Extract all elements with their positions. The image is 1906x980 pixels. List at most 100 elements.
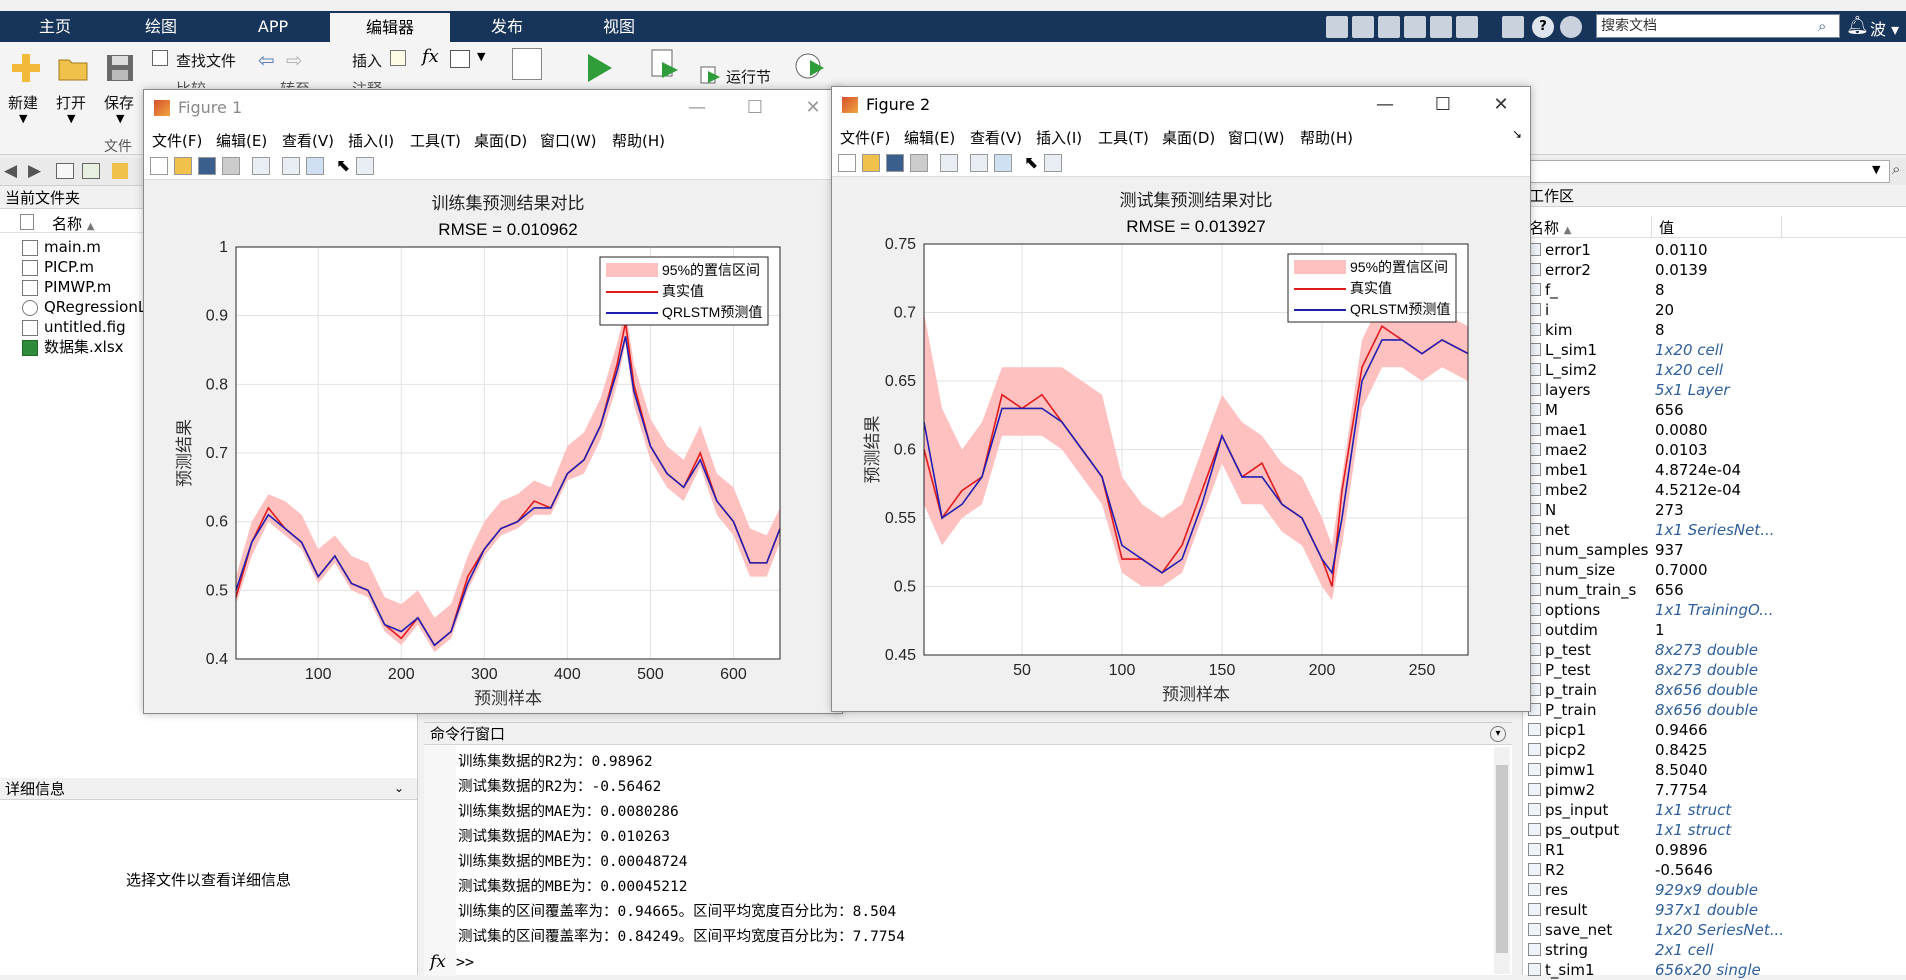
workspace-variable-row[interactable]: ps_output 1x1 struct xyxy=(1523,820,1906,840)
workspace-variable-row[interactable]: mae1 0.0080 xyxy=(1523,420,1906,440)
workspace-variable-row[interactable]: N 273 xyxy=(1523,500,1906,520)
file-item-main[interactable]: main.m xyxy=(22,237,101,257)
workspace-variable-row[interactable]: num_samples 937 xyxy=(1523,540,1906,560)
back-arrow-icon[interactable]: ◀ xyxy=(4,161,17,181)
notification-bell-icon[interactable]: 🔔︎ xyxy=(1846,15,1869,36)
workspace-variable-row[interactable]: f_ 8 xyxy=(1523,280,1906,300)
goto-button[interactable]: 转至 xyxy=(280,78,310,88)
workspace-variable-row[interactable]: p_test 8x273 double xyxy=(1523,640,1906,660)
close-button[interactable]: ✕ xyxy=(790,90,836,126)
new-button[interactable]: 新建 xyxy=(8,92,38,113)
workspace-variable-row[interactable]: result 937x1 double xyxy=(1523,900,1906,920)
file-item-dataset-xlsx[interactable]: 数据集.xlsx xyxy=(22,337,124,357)
minimize-button[interactable]: — xyxy=(1362,87,1408,123)
workspace-variable-row[interactable]: mae2 0.0103 xyxy=(1523,440,1906,460)
workspace-variable-row[interactable]: M 656 xyxy=(1523,400,1906,420)
new-figure-icon[interactable] xyxy=(838,154,856,172)
link-plot-icon[interactable] xyxy=(940,154,958,172)
workspace-variable-row[interactable]: picp2 0.8425 xyxy=(1523,740,1906,760)
menu-insert[interactable]: 插入(I) xyxy=(1036,127,1082,148)
workspace-variable-row[interactable]: res 929x9 double xyxy=(1523,880,1906,900)
tab-publish[interactable]: 发布 xyxy=(472,11,542,42)
workspace-variable-row[interactable]: save_net 1x20 SeriesNet... xyxy=(1523,920,1906,940)
value-column-header[interactable]: 值 xyxy=(1659,217,1674,238)
workspace-variable-row[interactable]: net 1x1 SeriesNet... xyxy=(1523,520,1906,540)
workspace-variable-row[interactable]: mbe2 4.5212e-04 xyxy=(1523,480,1906,500)
comment-button[interactable]: 注释 xyxy=(352,78,382,88)
workspace-variable-row[interactable]: pimw1 8.5040 xyxy=(1523,760,1906,780)
menu-edit[interactable]: 编辑(E) xyxy=(216,130,267,151)
name-column-header[interactable]: 名称 ▲ xyxy=(1529,217,1572,238)
workspace-variable-row[interactable]: picp1 0.9466 xyxy=(1523,720,1906,740)
workspace-variable-row[interactable]: L_sim1 1x20 cell xyxy=(1523,340,1906,360)
run-icon[interactable] xyxy=(583,52,615,84)
run-and-advance-icon[interactable] xyxy=(648,48,680,80)
save-button[interactable]: 保存 xyxy=(104,92,134,113)
menu-window[interactable]: 窗口(W) xyxy=(540,130,597,151)
file-item-qregression[interactable]: QRegressionL xyxy=(22,297,146,317)
name-column-header[interactable]: 名称 ▲ xyxy=(52,213,95,234)
chevron-down-icon[interactable]: ▾ xyxy=(1490,726,1506,742)
save-figure-icon[interactable] xyxy=(886,154,904,172)
workspace-variable-row[interactable]: P_train 8x656 double xyxy=(1523,700,1906,720)
workspace-variable-row[interactable]: kim 8 xyxy=(1523,320,1906,340)
open-file-icon[interactable] xyxy=(174,157,192,175)
insert-section-icon[interactable] xyxy=(390,50,406,66)
menu-insert[interactable]: 插入(I) xyxy=(348,130,394,151)
workspace-variable-row[interactable]: error2 0.0139 xyxy=(1523,260,1906,280)
file-item-untitled-fig[interactable]: untitled.fig xyxy=(22,317,126,337)
forward-arrow-icon[interactable]: ▶ xyxy=(28,161,41,181)
paste-icon[interactable] xyxy=(1404,16,1426,38)
cut-icon[interactable] xyxy=(1352,16,1374,38)
colorbar-icon[interactable] xyxy=(970,154,988,172)
maximize-button[interactable]: ☐ xyxy=(1420,87,1466,123)
legend-icon[interactable] xyxy=(306,157,324,175)
menu-file[interactable]: 文件(F) xyxy=(152,130,202,151)
workspace-variable-row[interactable]: string 2x1 cell xyxy=(1523,940,1906,960)
tab-editor[interactable]: 编辑器 xyxy=(330,13,450,42)
new-file-icon[interactable] xyxy=(10,52,42,84)
menu-view[interactable]: 查看(V) xyxy=(970,127,1022,148)
figure-1-titlebar[interactable]: Figure 1 — ☐ ✕ xyxy=(144,90,842,126)
search-icon[interactable]: ⌕ xyxy=(1892,160,1900,178)
workspace-variable-row[interactable]: layers 5x1 Layer xyxy=(1523,380,1906,400)
fx-icon[interactable]: fx xyxy=(430,952,446,972)
up-folder-icon[interactable] xyxy=(56,163,74,179)
find-files-button[interactable]: 查找文件 xyxy=(176,50,236,71)
chevron-down-icon[interactable]: ⌄ xyxy=(394,781,404,795)
legend-icon[interactable] xyxy=(994,154,1012,172)
property-editor-icon[interactable] xyxy=(1044,154,1062,172)
workspace-variable-row[interactable]: R2 -0.5646 xyxy=(1523,860,1906,880)
menu-desktop[interactable]: 桌面(D) xyxy=(1162,127,1215,148)
workspace-variable-row[interactable]: pimw2 7.7754 xyxy=(1523,780,1906,800)
print-icon[interactable] xyxy=(222,157,240,175)
tab-plots[interactable]: 绘图 xyxy=(126,11,196,42)
workspace-variable-row[interactable]: t_sim1 656x20 single xyxy=(1523,960,1906,980)
chevron-down-icon[interactable]: ▼ xyxy=(19,112,27,125)
menu-view[interactable]: 查看(V) xyxy=(282,130,334,151)
workspace-variable-row[interactable]: error1 0.0110 xyxy=(1523,240,1906,260)
command-window[interactable]: 命令行窗口 ▾ 训练集数据的R2为：0.98962 测试集数据的R2为：-0.5… xyxy=(424,722,1512,976)
new-figure-icon[interactable] xyxy=(150,157,168,175)
figure-1-window[interactable]: Figure 1 — ☐ ✕ 文件(F) 编辑(E) 查看(V) 插入(I) 工… xyxy=(143,89,843,714)
figure-2-window[interactable]: Figure 2 — ☐ ✕ 文件(F) 编辑(E) 查看(V) 插入(I) 工… xyxy=(831,86,1531,712)
menu-edit[interactable]: 编辑(E) xyxy=(904,127,955,148)
forward-arrow-icon[interactable]: ⇨ xyxy=(286,48,303,72)
workspace-variable-row[interactable]: num_train_s 656 xyxy=(1523,580,1906,600)
workspace-variable-row[interactable]: ps_input 1x1 struct xyxy=(1523,800,1906,820)
menu-desktop[interactable]: 桌面(D) xyxy=(474,130,527,151)
property-editor-icon[interactable] xyxy=(356,157,374,175)
workspace-variable-row[interactable]: L_sim2 1x20 cell xyxy=(1523,360,1906,380)
chevron-down-icon[interactable]: ▼ xyxy=(1872,163,1880,176)
menu-tools[interactable]: 工具(T) xyxy=(1098,127,1149,148)
chevron-down-icon[interactable]: ▼ xyxy=(67,112,75,125)
open-folder-icon[interactable] xyxy=(57,52,89,84)
run-and-time-icon[interactable] xyxy=(794,48,826,80)
menu-tools[interactable]: 工具(T) xyxy=(410,130,461,151)
command-scrollbar[interactable] xyxy=(1494,747,1510,974)
publish-script-icon[interactable] xyxy=(512,48,542,80)
colorbar-icon[interactable] xyxy=(282,157,300,175)
tab-view[interactable]: 视图 xyxy=(584,11,654,42)
minimize-button[interactable]: — xyxy=(674,90,720,126)
community-icon[interactable] xyxy=(1560,16,1582,38)
